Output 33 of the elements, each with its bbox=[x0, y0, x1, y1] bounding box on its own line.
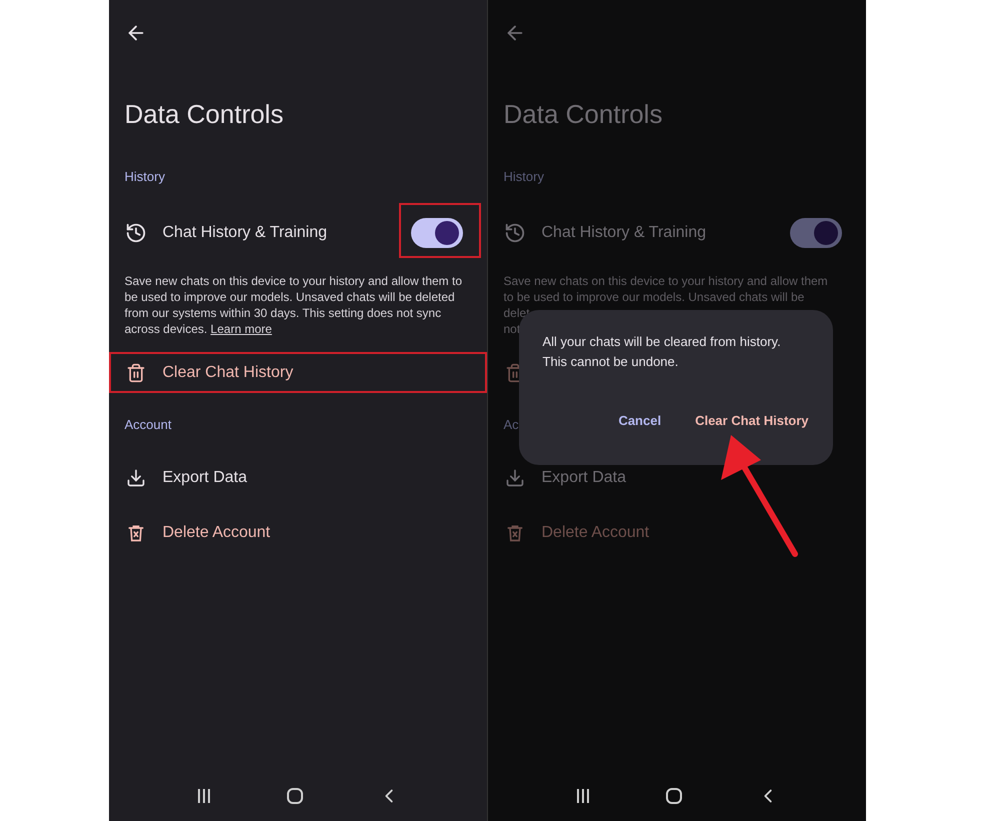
trash-icon bbox=[126, 362, 146, 382]
setting-label[interactable]: Export Data bbox=[162, 466, 247, 490]
description-line: not bbox=[504, 322, 520, 336]
setting-label[interactable]: Delete Account bbox=[162, 520, 270, 544]
page-title: Data Controls bbox=[124, 98, 284, 130]
history-icon bbox=[124, 222, 146, 244]
description-line: Save new chats on this device to your history and allow them bbox=[504, 274, 828, 288]
toggle-switch[interactable] bbox=[410, 218, 462, 248]
section-header: History bbox=[504, 168, 544, 186]
setting-label[interactable]: Clear Chat History bbox=[162, 360, 294, 384]
dialog-button[interactable]: Cancel bbox=[606, 407, 674, 434]
toggle-switch[interactable] bbox=[790, 218, 842, 248]
recent-apps-icon[interactable] bbox=[574, 788, 590, 804]
download-icon bbox=[504, 468, 524, 488]
setting-description: Save new chats on this device to your history and allow them to be used to improve our models. Unsaved chats will be deleted from our systems within 30 days. This setting does not sync across devices. Learn more bbox=[124, 273, 464, 337]
setting-label[interactable]: Chat History & Training bbox=[162, 221, 328, 245]
history-icon bbox=[504, 222, 526, 244]
setting-label[interactable]: Export Data bbox=[542, 466, 626, 490]
trash-x-icon bbox=[126, 522, 146, 542]
home-icon[interactable] bbox=[286, 787, 304, 805]
section-header: Account bbox=[124, 416, 172, 434]
learn-more-link[interactable]: Learn more bbox=[210, 322, 272, 336]
section-header: History bbox=[124, 168, 165, 186]
section-header: Ac bbox=[504, 416, 519, 434]
description-line: to be used to improve our models. Unsaved chats will be bbox=[504, 290, 804, 304]
download-icon bbox=[126, 468, 146, 488]
dialog-message: All your chats will be cleared from history. This cannot be undone. bbox=[542, 333, 782, 371]
dialog-button[interactable]: Clear Chat History bbox=[683, 407, 820, 434]
setting-label[interactable]: Chat History & Training bbox=[542, 221, 706, 245]
home-icon[interactable] bbox=[664, 787, 682, 805]
trash-x-icon bbox=[504, 522, 524, 542]
recent-apps-icon[interactable] bbox=[196, 788, 212, 804]
page-title: Data Controls bbox=[504, 98, 662, 130]
